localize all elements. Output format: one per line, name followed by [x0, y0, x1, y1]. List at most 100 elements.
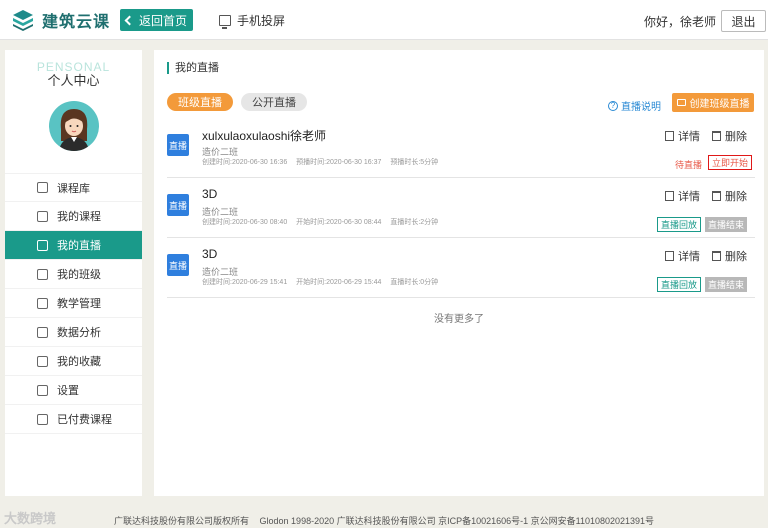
- document-icon: [665, 251, 674, 261]
- top-header: 建筑云课 返回首页 手机投屏 你好，徐老师 退出: [0, 0, 768, 40]
- mobile-cast-button[interactable]: 手机投屏: [219, 12, 285, 29]
- duration: 直播时长:2分钟: [390, 219, 439, 226]
- live-badge: 直播: [167, 134, 189, 156]
- detail-button[interactable]: 详情: [665, 188, 700, 204]
- sidebar-item-data-analysis[interactable]: 数据分析: [5, 318, 142, 347]
- mobile-cast-label: 手机投屏: [237, 14, 286, 28]
- back-home-button[interactable]: 返回首页: [120, 9, 193, 31]
- sidebar-item-label: 我的班级: [57, 269, 101, 281]
- detail-label: 详情: [678, 251, 700, 263]
- sidebar-item-settings[interactable]: 设置: [5, 376, 142, 405]
- sidebar-item-label: 数据分析: [57, 327, 101, 339]
- delete-label: 删除: [725, 131, 747, 143]
- document-icon: [665, 131, 674, 141]
- copyright: 广联达科技股份有限公司版权所有 Glodon 1998-2020 广联达科技股份…: [114, 514, 662, 527]
- main-panel: 我的直播 班级直播 公开直播 ? 直播说明 创建班级直播 直播 xulxulao…: [154, 50, 764, 496]
- footer: 大数跨境 广联达科技股份有限公司版权所有 Glodon 1998-2020 广联…: [0, 508, 768, 528]
- delete-label: 删除: [725, 251, 747, 263]
- replay-button[interactable]: 直播回放: [657, 217, 701, 232]
- sidebar-item-my-classes[interactable]: 我的班级: [5, 260, 142, 289]
- gear-icon: [37, 384, 48, 396]
- screen-cast-icon: [219, 15, 231, 29]
- start-time: 开始时间:2020-06-30 08:44: [296, 219, 382, 226]
- create-class-live-label: 创建班级直播: [689, 99, 750, 110]
- sidebar-item-favorites[interactable]: 我的收藏: [5, 347, 142, 376]
- section-title: 我的直播: [167, 62, 219, 74]
- live-help-link[interactable]: ? 直播说明: [608, 98, 661, 113]
- course-icon: [37, 210, 48, 222]
- live-meta: 创建时间:2020-06-30 16:36 预播时间:2020-06-30 16…: [202, 157, 445, 167]
- created-time: 创建时间:2020-06-29 15:41: [202, 279, 288, 286]
- start-now-button[interactable]: 立即开始: [708, 155, 752, 170]
- sidebar-item-label: 我的课程: [57, 211, 101, 223]
- detail-label: 详情: [678, 131, 700, 143]
- live-meta: 创建时间:2020-06-30 08:40 开始时间:2020-06-30 08…: [202, 217, 445, 227]
- user-greeting: 你好，徐老师: [644, 15, 717, 29]
- tab-class-live[interactable]: 班级直播: [167, 93, 233, 111]
- live-title[interactable]: 3D: [202, 187, 217, 201]
- status-ended-badge: 直播结束: [705, 217, 747, 232]
- live-title[interactable]: 3D: [202, 247, 217, 261]
- sidebar-item-label: 我的收藏: [57, 356, 101, 368]
- camera-icon: [676, 99, 686, 106]
- create-class-live-button[interactable]: 创建班级直播: [672, 93, 754, 112]
- sidebar: PENSONAL 个人中心 课程库 我的课程 我的直播 我的班级 教学管理 数据…: [5, 50, 142, 496]
- sidebar-item-label: 设置: [57, 385, 79, 397]
- live-meta: 创建时间:2020-06-29 15:41 开始时间:2020-06-29 15…: [202, 277, 445, 287]
- start-time: 开始时间:2020-06-29 15:44: [296, 279, 382, 286]
- trash-icon: [712, 191, 721, 201]
- manage-icon: [37, 297, 48, 309]
- star-icon: [37, 355, 48, 367]
- tab-public-live[interactable]: 公开直播: [241, 93, 307, 111]
- live-title[interactable]: xulxulaoxulaoshi徐老师: [202, 127, 326, 144]
- sidebar-item-my-live[interactable]: 我的直播: [5, 231, 142, 260]
- delete-button[interactable]: 删除: [712, 188, 747, 204]
- replay-button[interactable]: 直播回放: [657, 277, 701, 292]
- created-time: 创建时间:2020-06-30 16:36: [202, 159, 288, 166]
- duration: 直播时长:0分钟: [390, 279, 439, 286]
- sidebar-item-my-courses[interactable]: 我的课程: [5, 202, 142, 231]
- status-pending: 待直播: [675, 160, 703, 170]
- avatar[interactable]: [49, 101, 99, 151]
- live-icon: [37, 239, 48, 251]
- sidebar-item-label: 我的直播: [57, 240, 101, 252]
- created-time: 创建时间:2020-06-30 08:40: [202, 219, 288, 226]
- cube-icon: [37, 182, 48, 193]
- personal-center-title: 个人中心: [47, 73, 100, 88]
- live-list-item: 直播 3D 造价二班 创建时间:2020-06-30 08:40 开始时间:20…: [167, 178, 755, 238]
- delete-button[interactable]: 删除: [712, 128, 747, 144]
- class-icon: [37, 268, 48, 280]
- delete-label: 删除: [725, 191, 747, 203]
- sidebar-item-label: 已付费课程: [57, 414, 112, 426]
- sidebar-item-teaching-management[interactable]: 教学管理: [5, 289, 142, 318]
- logout-button[interactable]: 退出: [721, 10, 766, 32]
- chart-icon: [37, 326, 48, 338]
- detail-label: 详情: [678, 191, 700, 203]
- detail-button[interactable]: 详情: [665, 128, 700, 144]
- logo-text: 建筑云课: [42, 14, 111, 31]
- live-help-label: 直播说明: [621, 102, 661, 113]
- sidebar-item-paid-courses[interactable]: 已付费课程: [5, 405, 142, 434]
- watermark: 大数跨境: [4, 511, 57, 526]
- sidebar-menu: 课程库 我的课程 我的直播 我的班级 教学管理 数据分析 我的收藏 设置 已付费…: [5, 173, 142, 434]
- duration: 预播时长:5分钟: [390, 159, 439, 166]
- logo-icon: [13, 10, 33, 31]
- sidebar-item-label: 课程库: [57, 182, 90, 195]
- live-badge: 直播: [167, 194, 189, 216]
- scheduled-time: 预播时间:2020-06-30 16:37: [296, 159, 382, 166]
- back-home-label: 返回首页: [138, 13, 187, 28]
- delete-button[interactable]: 删除: [712, 248, 747, 264]
- status-ended-badge: 直播结束: [705, 277, 747, 292]
- detail-button[interactable]: 详情: [665, 248, 700, 264]
- sidebar-item-course-library[interactable]: 课程库: [5, 173, 142, 202]
- document-icon: [665, 191, 674, 201]
- copyright-icp: Glodon 1998-2020 广联达科技股份有限公司 京ICP备100216…: [259, 516, 655, 526]
- no-more-text: 没有更多了: [434, 314, 484, 325]
- live-badge: 直播: [167, 254, 189, 276]
- question-icon: ?: [608, 100, 618, 111]
- trash-icon: [712, 251, 721, 261]
- avatar-illustration-icon: [59, 109, 89, 151]
- copyright-owner: 广联达科技股份有限公司版权所有: [114, 516, 250, 526]
- logo[interactable]: 建筑云课: [12, 8, 110, 32]
- live-list-item: 直播 3D 造价二班 创建时间:2020-06-29 15:41 开始时间:20…: [167, 238, 755, 298]
